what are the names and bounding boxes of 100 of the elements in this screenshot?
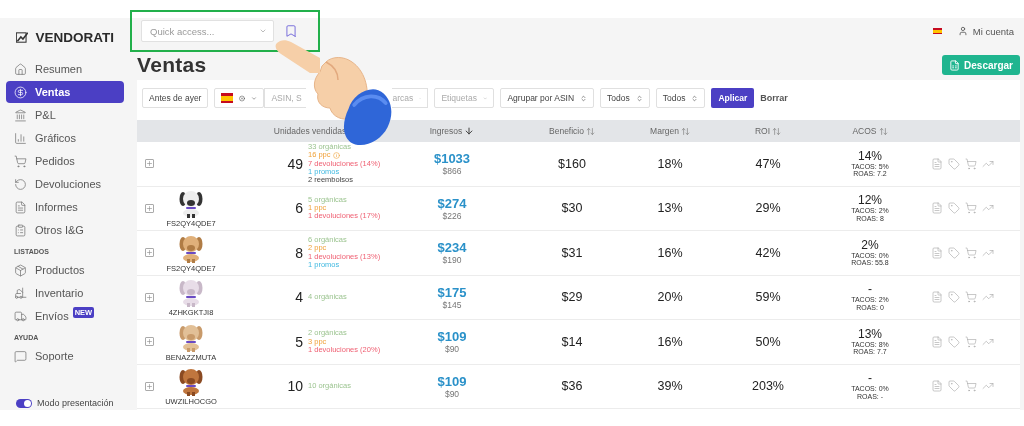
revenue-value: $234 bbox=[437, 240, 467, 256]
sort-icon[interactable] bbox=[586, 126, 595, 136]
page-title: Ventas bbox=[137, 53, 207, 77]
expand-button[interactable] bbox=[145, 337, 154, 347]
spreadsheet-icon bbox=[949, 59, 961, 71]
sidebar-item[interactable]: Resumen bbox=[6, 58, 124, 80]
roi-value: 42% bbox=[755, 245, 781, 260]
sort-icon[interactable] bbox=[878, 126, 888, 136]
cart-icon[interactable] bbox=[964, 246, 977, 259]
margin-value: 16% bbox=[657, 334, 683, 349]
presentation-toggle[interactable] bbox=[16, 398, 32, 408]
roi-value: 50% bbox=[755, 334, 781, 349]
units-value: 10 bbox=[286, 378, 304, 395]
document-icon[interactable] bbox=[930, 246, 943, 259]
roi-value: 29% bbox=[755, 201, 781, 216]
tag-icon[interactable] bbox=[947, 335, 960, 348]
tag-icon[interactable] bbox=[947, 157, 960, 170]
cart-icon bbox=[14, 154, 27, 168]
expand-button[interactable] bbox=[145, 159, 154, 169]
truck-icon bbox=[14, 309, 27, 323]
cart-icon[interactable] bbox=[964, 335, 977, 348]
filter-select[interactable]: Todos bbox=[655, 88, 706, 108]
sidebar-item[interactable]: Ventas bbox=[6, 81, 124, 103]
cart-icon[interactable] bbox=[964, 202, 977, 215]
profit-value: $30 bbox=[561, 201, 583, 216]
marketplace-select[interactable] bbox=[214, 88, 265, 108]
clipboard-icon bbox=[14, 223, 27, 237]
acos-value: 12% bbox=[858, 194, 882, 208]
flag-icon[interactable] bbox=[932, 28, 942, 34]
column-header[interactable]: Unidades vendidas bbox=[273, 126, 347, 136]
acos-value: 13% bbox=[858, 327, 882, 341]
units-value: 4 bbox=[294, 289, 304, 306]
forklift-icon bbox=[14, 286, 27, 300]
acos-value: - bbox=[868, 372, 872, 386]
apply-button[interactable]: Aplicar bbox=[711, 88, 755, 108]
toggle-label: Modo presentación bbox=[37, 398, 114, 408]
filter-select[interactable]: Agrupar por ASIN bbox=[500, 88, 595, 108]
logo-icon bbox=[16, 29, 29, 45]
column-header[interactable]: ROI bbox=[754, 126, 782, 136]
account-link[interactable]: Mi cuenta bbox=[957, 25, 1014, 37]
cart-icon[interactable] bbox=[964, 291, 977, 304]
sidebar-item[interactable]: Inventario bbox=[6, 282, 124, 304]
tag-icon[interactable] bbox=[947, 380, 960, 393]
column-header[interactable]: Ingresos bbox=[429, 126, 475, 136]
column-header[interactable]: Beneficio bbox=[549, 126, 595, 136]
units-value: 6 bbox=[294, 200, 304, 217]
profit-value: $160 bbox=[558, 156, 586, 171]
revenue-value: $1033 bbox=[433, 151, 471, 167]
document-icon[interactable] bbox=[930, 157, 943, 170]
sidebar-item[interactable]: Devoluciones bbox=[6, 173, 124, 195]
cart-icon[interactable] bbox=[964, 157, 977, 170]
margin-value: 16% bbox=[657, 245, 683, 260]
document-icon[interactable] bbox=[930, 291, 943, 304]
document-icon[interactable] bbox=[930, 202, 943, 215]
tag-icon[interactable] bbox=[947, 246, 960, 259]
sort-down-icon[interactable] bbox=[464, 126, 475, 136]
cart-icon[interactable] bbox=[964, 380, 977, 393]
updown-icon bbox=[635, 94, 643, 102]
sidebar-item[interactable]: Soporte bbox=[6, 345, 124, 367]
tag-icon[interactable] bbox=[947, 202, 960, 215]
message-icon bbox=[14, 349, 27, 363]
sort-icon[interactable] bbox=[680, 126, 690, 136]
roi-value: 59% bbox=[755, 290, 781, 305]
sidebar-item[interactable]: Pedidos bbox=[6, 150, 124, 172]
expand-button[interactable] bbox=[145, 248, 154, 258]
sidebar-item[interactable]: Informes bbox=[6, 196, 124, 218]
expand-button[interactable] bbox=[145, 381, 154, 391]
document-icon[interactable] bbox=[930, 335, 943, 348]
home-icon bbox=[14, 62, 27, 76]
profit-value: $29 bbox=[561, 290, 583, 305]
column-header[interactable]: ACOS bbox=[852, 126, 888, 136]
revenue-value: $109 bbox=[437, 329, 467, 345]
column-header[interactable]: Margen bbox=[650, 126, 690, 136]
revenue-value: $274 bbox=[437, 195, 467, 211]
profit-value: $36 bbox=[561, 379, 583, 394]
bank-icon bbox=[14, 108, 27, 122]
expand-button[interactable] bbox=[145, 292, 154, 302]
sort-icon[interactable] bbox=[772, 126, 782, 136]
tag-icon[interactable] bbox=[947, 291, 960, 304]
revenue-value: $175 bbox=[437, 284, 467, 300]
bookmark-icon[interactable] bbox=[284, 24, 298, 38]
sidebar-item[interactable]: Otros I&G bbox=[6, 219, 124, 241]
filter-select[interactable]: Todos bbox=[600, 88, 650, 108]
sidebar-item[interactable]: Gráficos bbox=[6, 127, 124, 149]
revenue-sub: $190 bbox=[442, 255, 462, 266]
acos-value: 14% bbox=[858, 149, 882, 163]
caret-icon bbox=[259, 27, 267, 35]
acos-value: 2% bbox=[861, 238, 879, 252]
bar-chart-icon bbox=[14, 131, 27, 145]
sidebar-item[interactable]: Productos bbox=[6, 259, 124, 281]
package-icon bbox=[14, 263, 27, 277]
profit-value: $14 bbox=[561, 334, 583, 349]
margin-value: 18% bbox=[657, 156, 683, 171]
document-icon[interactable] bbox=[930, 380, 943, 393]
date-button[interactable]: Antes de ayer bbox=[142, 88, 209, 108]
margin-value: 39% bbox=[657, 379, 683, 394]
expand-button[interactable] bbox=[145, 203, 154, 213]
profit-value: $31 bbox=[561, 245, 583, 260]
clear-link[interactable]: Borrar bbox=[760, 93, 788, 103]
sidebar-item[interactable]: P&L bbox=[6, 104, 124, 126]
